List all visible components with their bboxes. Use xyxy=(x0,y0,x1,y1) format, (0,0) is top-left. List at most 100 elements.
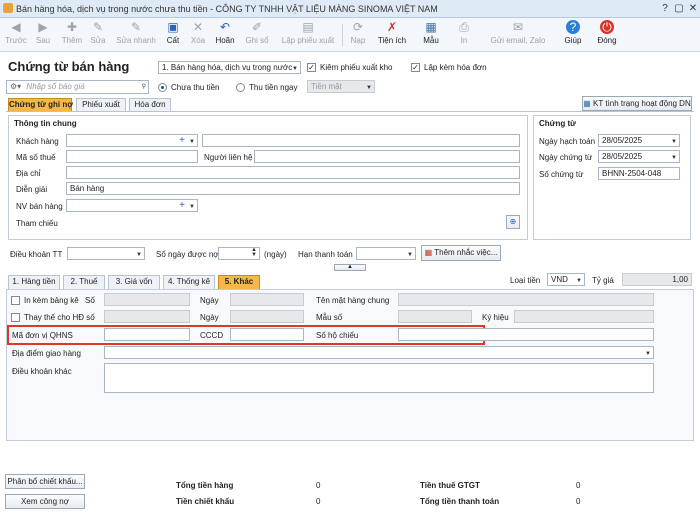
tab-phieu-xuat[interactable]: Phiếu xuất xyxy=(76,98,126,112)
undo-button[interactable]: ↶ Hoãn xyxy=(213,20,237,50)
post-icon: ✐ xyxy=(251,20,263,34)
kiem-phieu-xuat-kho-checkbox[interactable]: ✓ xyxy=(307,63,316,72)
next-button[interactable]: ▶ Sau xyxy=(33,20,53,50)
lap-kem-hoa-don-checkbox[interactable]: ✓ xyxy=(411,63,420,72)
qhns-code-input[interactable] xyxy=(104,328,190,341)
address-input[interactable] xyxy=(66,166,520,179)
post-button[interactable]: ✐ Ghi sổ xyxy=(244,20,270,50)
tong-tien-hang-label: Tổng tiền hàng xyxy=(176,481,234,490)
template-button[interactable]: ▦ Mẫu xyxy=(420,20,442,50)
chevron-down-icon[interactable]: ▼ xyxy=(189,202,195,211)
reload-button[interactable]: ⟳ Nạp xyxy=(348,20,368,50)
calendar-icon: ▦ xyxy=(424,248,433,257)
add-icon[interactable]: + xyxy=(179,200,185,211)
ky-hieu-label: Ký hiệu xyxy=(482,313,509,322)
utilities-button[interactable]: ✗ Tiện ích xyxy=(375,20,409,50)
payment-method-select: Tiền mặt ▼ xyxy=(307,80,375,93)
voucher-date-input[interactable]: 28/05/2025 ▼ xyxy=(598,150,680,163)
edit-button[interactable]: ✎ Sửa xyxy=(88,20,108,50)
kiem-phieu-xuat-kho-label: Kiêm phiếu xuất kho xyxy=(320,63,393,72)
chevron-down-icon[interactable]: ▼ xyxy=(671,153,677,162)
template-number-input xyxy=(398,310,472,323)
passport-number-input[interactable] xyxy=(398,328,654,341)
tab-hang-tien[interactable]: 1. Hàng tiền xyxy=(8,275,60,289)
contact-person-input[interactable] xyxy=(254,150,520,163)
description-input[interactable]: Bán hàng xyxy=(66,182,520,195)
save-button[interactable]: ▣ Cất xyxy=(164,20,182,50)
close-circle-icon: ⏻ xyxy=(600,20,614,34)
quote-search-input[interactable]: ⚙▾ Nhập số báo giá ⚲ xyxy=(6,80,149,94)
thu-tien-ngay-radio[interactable] xyxy=(236,83,245,92)
delete-button[interactable]: ✕ Xóa xyxy=(188,20,208,50)
chevron-down-icon: ▼ xyxy=(645,351,651,357)
due-date-input[interactable]: ▼ xyxy=(356,247,416,260)
tab-hoa-don[interactable]: Hóa đơn xyxy=(129,98,171,112)
help-circle-icon: ? xyxy=(566,20,580,34)
tools-icon: ✗ xyxy=(386,20,398,34)
search-icon[interactable]: ⚲ xyxy=(142,82,146,93)
chevron-down-icon[interactable]: ▼ xyxy=(189,137,195,146)
tax-code-input[interactable] xyxy=(66,150,198,163)
tab-thong-ke[interactable]: 4. Thống kê xyxy=(163,275,215,289)
building-icon: ▦ xyxy=(583,99,591,108)
debt-days-input[interactable]: ▲ ▼ xyxy=(218,247,260,260)
tab-khac[interactable]: 5. Khác xyxy=(218,275,260,289)
in-kem-bang-ke-checkbox[interactable] xyxy=(11,296,20,305)
create-export-button[interactable]: ▤ Lập phiếu xuất xyxy=(280,20,336,50)
salesperson-input[interactable]: + ▼ xyxy=(66,199,198,212)
cccd-label: CCCD xyxy=(200,331,224,340)
chua-thu-tien-radio[interactable] xyxy=(158,83,167,92)
thay-the-cho-hd-label: Thay thế cho HĐ số xyxy=(24,313,95,322)
add-button[interactable]: ✚ Thêm xyxy=(60,20,84,50)
so-ngay-duoc-no-label: Số ngày được nợ xyxy=(156,250,219,259)
quick-edit-button[interactable]: ✎ Sửa nhanh xyxy=(115,20,157,50)
help-icon[interactable]: ? xyxy=(659,3,671,15)
print-button[interactable]: ⎙ In xyxy=(456,20,472,50)
loai-tien-label: Loại tiền xyxy=(510,276,541,285)
prev-button[interactable]: ◀ Trước xyxy=(4,20,28,50)
replace-invoice-date-input xyxy=(230,310,304,323)
customer-name-input[interactable] xyxy=(202,134,520,147)
kt-tinh-trang-button[interactable]: ▦ KT tình trạng hoạt động DN xyxy=(582,96,692,111)
spinner-icon[interactable]: ▲ ▼ xyxy=(251,248,257,258)
phan-bo-chiet-khau-button[interactable]: Phân bổ chiết khấu... xyxy=(5,474,85,489)
thay-the-cho-hd-checkbox[interactable] xyxy=(11,313,20,322)
send-email-button[interactable]: ✉ Gửi email, Zalo xyxy=(488,20,548,50)
app-icon xyxy=(3,3,13,13)
close-icon[interactable]: ✕ xyxy=(687,3,699,15)
export-icon: ▤ xyxy=(302,20,314,34)
delivery-location-select[interactable]: ▼ xyxy=(104,346,654,359)
posting-date-input[interactable]: 28/05/2025 ▼ xyxy=(598,134,680,147)
template-icon: ▦ xyxy=(425,20,437,34)
ten-mat-hang-chung-label: Tên mặt hàng chung xyxy=(316,296,390,305)
reference-search-button[interactable]: ⊕ xyxy=(506,215,520,229)
so-label: Số xyxy=(85,296,95,305)
close-button[interactable]: ⏻ Đóng xyxy=(595,20,619,50)
tab-gia-von[interactable]: 3. Giá vốn xyxy=(108,275,160,289)
other-terms-textarea[interactable] xyxy=(104,363,654,393)
add-icon[interactable]: + xyxy=(179,135,185,146)
gear-icon: ⚙▾ xyxy=(10,82,22,91)
chevron-down-icon: ▼ xyxy=(407,252,413,258)
currency-select[interactable]: VND ▼ xyxy=(547,273,585,286)
collapse-toggle[interactable]: ▲ xyxy=(334,264,366,271)
tien-thue-gtgt-value: 0 xyxy=(576,481,581,490)
xem-cong-no-button[interactable]: Xem công nợ xyxy=(5,494,85,509)
voucher-type-select[interactable]: 1. Bán hàng hóa, dịch vụ trong nước ▼ xyxy=(158,61,301,74)
customer-code-input[interactable]: + ▼ xyxy=(66,134,198,147)
tab-chung-tu-ghi-no[interactable]: Chứng từ ghi nợ xyxy=(8,98,73,112)
cccd-input[interactable] xyxy=(230,328,304,341)
maximize-icon[interactable]: ▢ xyxy=(673,3,685,15)
payment-terms-select[interactable]: ▼ xyxy=(67,247,145,260)
voucher-number-input[interactable]: BHNN-2504-048 xyxy=(598,167,680,180)
chevron-down-icon[interactable]: ▼ xyxy=(671,137,677,146)
add-icon: ✚ xyxy=(66,20,78,34)
tab-thue[interactable]: 2. Thuế xyxy=(63,275,105,289)
tham-chieu-label: Tham chiếu xyxy=(16,219,58,228)
add-reminder-button[interactable]: ▦ Thêm nhắc việc... xyxy=(421,245,501,261)
common-item-name-input xyxy=(398,293,654,306)
dia-chi-label: Địa chỉ xyxy=(16,169,41,178)
han-thanh-toan-label: Hạn thanh toán xyxy=(298,250,353,259)
help-button[interactable]: ? Giúp xyxy=(561,20,585,50)
lap-kem-hoa-don-label: Lập kèm hóa đơn xyxy=(424,63,487,72)
